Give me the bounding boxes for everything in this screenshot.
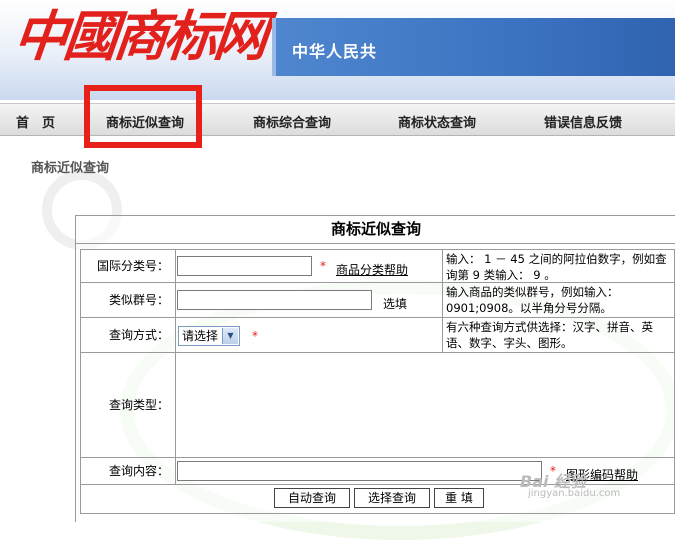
form-title: 商标近似查询	[330, 220, 421, 238]
highlight-box	[84, 85, 202, 148]
goods-class-help-link[interactable]: 商品分类帮助	[336, 261, 408, 278]
nav-item-combined-search[interactable]: 商标综合查询	[253, 112, 331, 131]
similar-group-input[interactable]	[177, 290, 372, 310]
banner-text: 中华人民共	[292, 42, 378, 61]
intl-class-input[interactable]	[177, 256, 312, 276]
query-type-label: 查询类型：	[80, 352, 176, 458]
query-type-area	[175, 352, 675, 458]
nav-item-home[interactable]: 首 页	[16, 112, 55, 131]
required-mark: *	[252, 329, 258, 343]
chevron-down-icon[interactable]: ▼	[222, 328, 238, 344]
query-method-label: 查询方式：	[80, 317, 176, 353]
select-search-button[interactable]: 选择查询	[354, 488, 430, 508]
watermark-url: jingyan.baidu.com	[528, 488, 621, 499]
site-logo[interactable]: 中國商标网	[11, 4, 268, 68]
query-content-input[interactable]	[177, 461, 542, 481]
nav-item-status-search[interactable]: 商标状态查询	[398, 112, 476, 131]
reset-button[interactable]: 重 填	[434, 488, 484, 508]
similar-group-note: 输入商品的类似群号，例如输入：0901;0908。以半角分号分隔。	[442, 282, 675, 318]
header-banner: 中华人民共	[272, 18, 675, 76]
optional-hint: 选填	[383, 297, 408, 311]
nav-item-error-feedback[interactable]: 错误信息反馈	[544, 112, 622, 131]
similar-group-label: 类似群号：	[80, 282, 176, 318]
intl-class-note: 输入： 1 － 45 之间的阿拉伯数字，例如查询第 9 类输入： 9 。	[442, 249, 675, 283]
auto-search-button[interactable]: 自动查询	[274, 488, 350, 508]
intl-class-label: 国际分类号：	[80, 249, 176, 283]
required-mark: *	[320, 259, 326, 273]
query-method-selected: 请选择	[182, 329, 219, 343]
query-content-label: 查询内容：	[80, 457, 176, 485]
query-method-select[interactable]: 请选择 ▼	[178, 326, 240, 346]
query-method-note: 有六种查询方式供选择：汉字、拼音、英语、数字、字头、图形。	[442, 317, 675, 353]
form-title-divider	[76, 243, 675, 244]
page-subtitle: 商标近似查询	[31, 161, 110, 176]
